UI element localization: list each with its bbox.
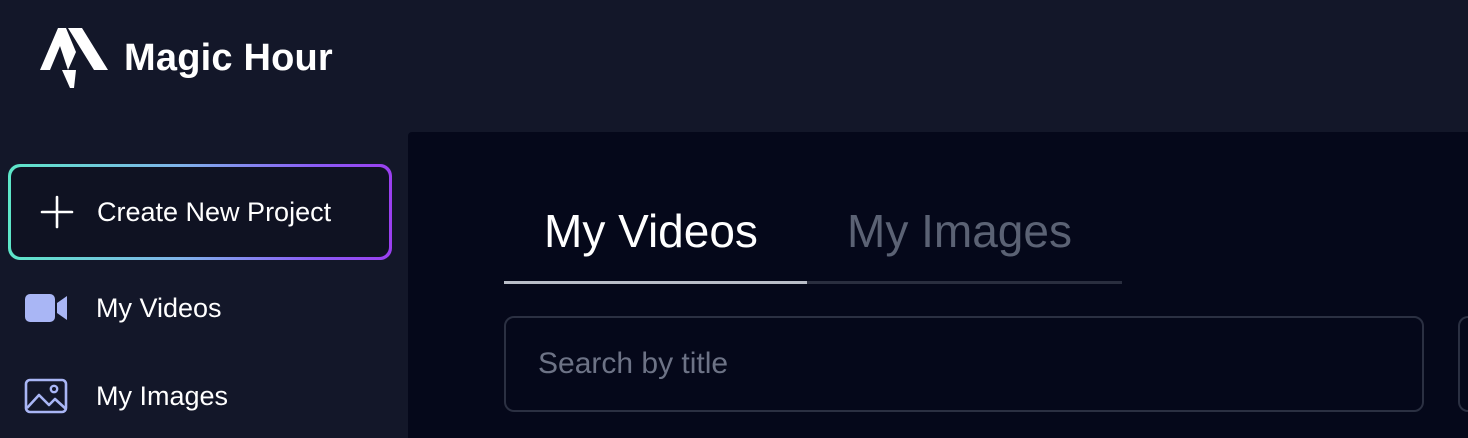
logo[interactable]: Magic Hour [38, 26, 333, 90]
sidebar-item-my-videos[interactable]: My Videos [24, 280, 384, 336]
image-icon [24, 378, 70, 414]
plus-icon [40, 195, 74, 229]
sidebar-item-label: My Images [96, 380, 229, 411]
sidebar: Create New Project My Videos My Images [0, 132, 408, 438]
main-panel: My Videos My Images [408, 132, 1468, 438]
search-input[interactable] [504, 316, 1424, 412]
tab-my-images[interactable]: My Images [847, 208, 1072, 254]
create-new-project-label: Create New Project [97, 196, 332, 227]
create-new-project-button[interactable]: Create New Project [8, 164, 392, 260]
filter-control-partial[interactable] [1458, 316, 1468, 412]
tab-my-videos[interactable]: My Videos [544, 208, 758, 254]
tab-bar: My Videos My Images [504, 196, 1122, 284]
video-camera-icon [24, 290, 70, 326]
active-tab-indicator [504, 281, 807, 284]
app-name: Magic Hour [124, 37, 333, 79]
create-new-project-button-inner: Create New Project [11, 167, 389, 257]
magic-hour-logo-icon [40, 28, 108, 88]
app-root: Magic Hour Create New Project My Videos [0, 0, 1468, 438]
sidebar-item-label: My Videos [96, 292, 222, 323]
sidebar-item-my-images[interactable]: My Images [24, 368, 384, 424]
